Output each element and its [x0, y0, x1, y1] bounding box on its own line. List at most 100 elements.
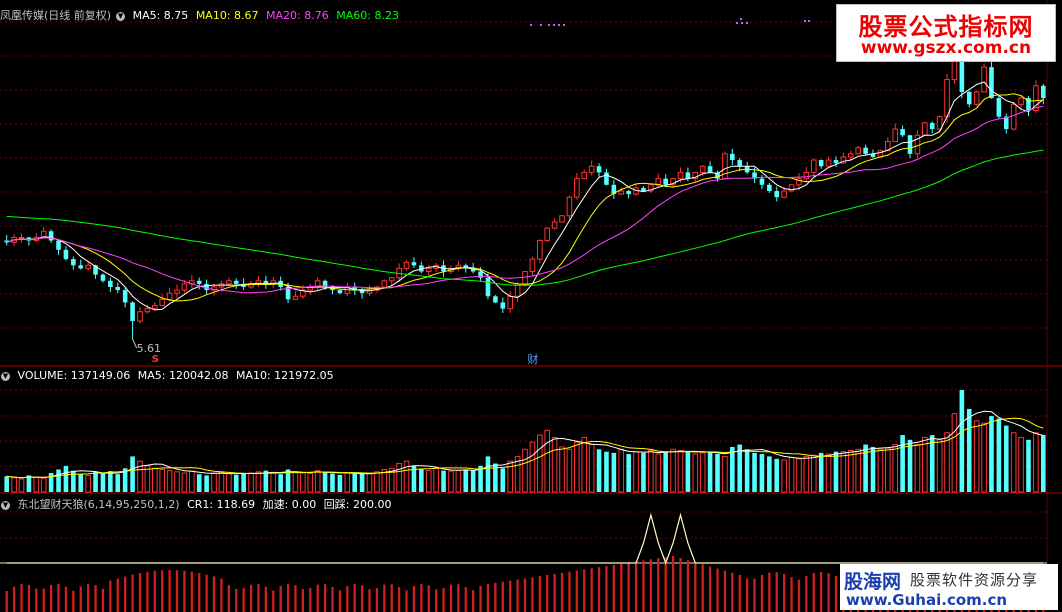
- volume-bar: [544, 429, 551, 493]
- watermark-url: www.gszx.com.cn: [860, 38, 1032, 58]
- volume-bar: [463, 469, 469, 492]
- volume-bar: [159, 468, 165, 493]
- stock-chart[interactable]: 5.61S 财: [0, 0, 1062, 612]
- volume-bar: [63, 465, 69, 492]
- watermark-title: 股票公式指标网: [858, 13, 1034, 41]
- volume-bar: [996, 418, 1002, 492]
- candle-body: [907, 135, 913, 154]
- volume-bar: [633, 451, 639, 493]
- stock-title: 凤凰传媒(日线 前复权): [0, 9, 112, 22]
- candle: [559, 215, 565, 223]
- bottom-watermark: 股海网 股票软件资源分享 www.Guhai.com.cn: [840, 564, 1058, 610]
- candle-body: [810, 159, 817, 173]
- volume-bar: [359, 473, 365, 492]
- volume-bar: [151, 467, 158, 493]
- volume-bar: [330, 473, 335, 492]
- volume-bar: [115, 474, 121, 492]
- ma20-line: [6, 105, 1044, 294]
- candle-body: [973, 91, 980, 105]
- volume-bar: [263, 470, 269, 492]
- candle: [922, 121, 928, 136]
- candle: [71, 256, 76, 270]
- candle: [233, 278, 239, 289]
- candle-body: [181, 283, 188, 291]
- volume-bar: [730, 446, 735, 492]
- signal-dot: [740, 18, 742, 20]
- candle: [529, 256, 536, 277]
- volume-bar: [840, 451, 847, 493]
- candle: [604, 168, 609, 186]
- volume-bar: [847, 449, 854, 493]
- signal-dot: [741, 22, 743, 24]
- candle: [885, 137, 891, 152]
- s-marker: S: [152, 354, 159, 365]
- volume-bar: [322, 471, 328, 492]
- candle-body: [544, 227, 551, 242]
- signal-dot: [563, 24, 565, 26]
- volume-bar: [174, 471, 180, 493]
- volume-bar: [722, 455, 728, 493]
- volume-bar: [788, 457, 795, 493]
- candle: [966, 90, 972, 108]
- volume-bar: [1033, 432, 1039, 493]
- volume-bar: [470, 470, 476, 492]
- candle-body: [63, 249, 69, 260]
- candle: [929, 121, 935, 134]
- volume-bar: [663, 451, 668, 492]
- candle-body: [863, 147, 868, 154]
- signal-dot: [746, 22, 748, 24]
- volume-bar: [670, 448, 676, 493]
- candle-body: [425, 267, 432, 272]
- candle-body: [922, 122, 928, 136]
- volume-bar: [767, 456, 772, 492]
- candle: [455, 260, 462, 271]
- volume-bar: [11, 477, 17, 493]
- candle: [588, 160, 595, 176]
- candle: [159, 293, 165, 307]
- candle-body: [485, 277, 491, 297]
- volume-bar: [604, 451, 609, 492]
- volume-bar: [959, 390, 965, 492]
- candle: [292, 291, 299, 300]
- candle-body: [892, 128, 899, 142]
- ma10-line: [6, 93, 1044, 302]
- candle-body: [144, 308, 151, 313]
- candle-body: [996, 98, 1002, 117]
- volume-bar: [455, 469, 462, 493]
- volume-bar: [374, 471, 380, 493]
- candle: [411, 257, 417, 268]
- volume-bar: [774, 458, 780, 492]
- chevron-down-icon[interactable]: ▼: [116, 11, 126, 21]
- candle-body: [981, 66, 987, 93]
- candle-body: [381, 280, 388, 288]
- candle: [596, 163, 602, 178]
- candle-body: [204, 283, 209, 291]
- candle-body: [337, 290, 343, 294]
- volume-bar: [752, 452, 757, 492]
- cai-marker: 财: [527, 352, 538, 366]
- volume-bar: [966, 408, 972, 492]
- candle: [270, 277, 277, 289]
- volume-bar: [626, 454, 631, 492]
- candle: [818, 159, 824, 169]
- candle-body: [493, 296, 498, 303]
- volume-bar: [314, 470, 321, 493]
- volume-bar: [863, 444, 868, 492]
- candle-body: [641, 187, 646, 191]
- candle-body: [626, 191, 631, 195]
- chevron-down-icon[interactable]: ▼: [1, 371, 10, 381]
- candle-body: [699, 165, 706, 173]
- candle: [307, 283, 314, 296]
- volume-bar: [707, 451, 713, 492]
- candle-body: [122, 290, 128, 303]
- candle: [115, 282, 121, 294]
- ma60-readout: MA60: 8.23: [336, 9, 399, 22]
- signal-dot: [540, 24, 542, 26]
- signal-dot: [736, 22, 738, 24]
- chevron-down-icon[interactable]: ▼: [1, 500, 10, 510]
- candle: [803, 166, 810, 183]
- signal-dot: [548, 24, 550, 26]
- volume-bar: [907, 439, 913, 492]
- candle-body: [581, 171, 588, 180]
- candle-body: [737, 160, 743, 167]
